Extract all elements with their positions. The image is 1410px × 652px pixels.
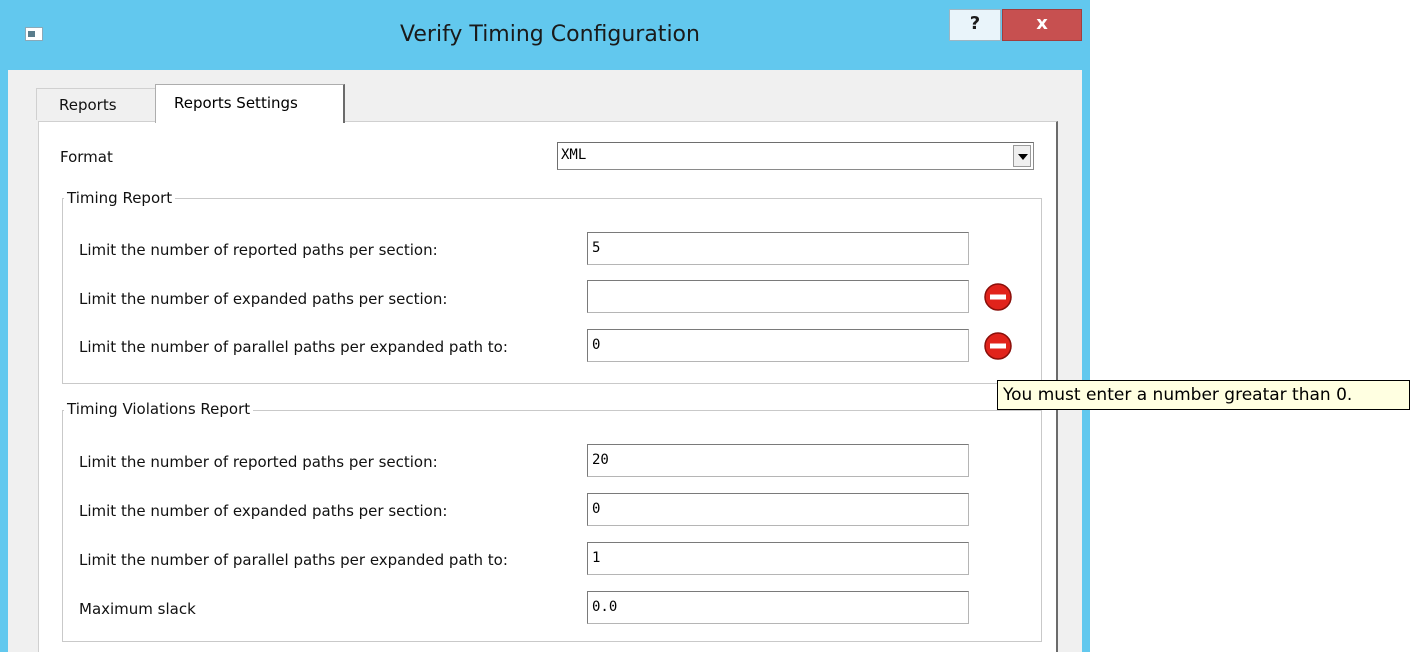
help-button[interactable]: ? bbox=[949, 9, 1001, 41]
violations-parallel-paths-input[interactable]: 1 bbox=[587, 542, 969, 575]
error-icon bbox=[984, 332, 1012, 360]
title-bar[interactable]: Verify Timing Configuration ? x bbox=[0, 0, 1090, 70]
timing-expanded-paths-label: Limit the number of expanded paths per s… bbox=[79, 290, 448, 308]
timing-violations-report-title: Timing Violations Report bbox=[64, 400, 254, 418]
close-button[interactable]: x bbox=[1002, 9, 1082, 41]
violations-expanded-paths-label: Limit the number of expanded paths per s… bbox=[79, 502, 448, 520]
chevron-down-icon[interactable] bbox=[1013, 145, 1031, 167]
timing-reported-paths-input[interactable]: 5 bbox=[587, 232, 969, 265]
validation-tooltip: You must enter a number greatar than 0. bbox=[997, 380, 1410, 410]
app-icon bbox=[25, 27, 43, 41]
violations-expanded-paths-input[interactable]: 0 bbox=[587, 493, 969, 526]
timing-report-title: Timing Report bbox=[64, 189, 176, 207]
timing-parallel-paths-input[interactable]: 0 bbox=[587, 329, 969, 362]
tab-reports-settings[interactable]: Reports Settings bbox=[155, 84, 345, 123]
timing-parallel-paths-label: Limit the number of parallel paths per e… bbox=[79, 338, 508, 356]
format-label: Format bbox=[60, 148, 113, 166]
format-select[interactable]: XML bbox=[557, 142, 1034, 170]
violations-reported-paths-input[interactable]: 20 bbox=[587, 444, 969, 477]
timing-expanded-paths-input[interactable] bbox=[587, 280, 969, 313]
format-select-value: XML bbox=[561, 147, 587, 163]
violations-reported-paths-label: Limit the number of reported paths per s… bbox=[79, 453, 438, 471]
maximum-slack-input[interactable]: 0.0 bbox=[587, 591, 969, 624]
tab-reports[interactable]: Reports bbox=[36, 88, 156, 120]
maximum-slack-label: Maximum slack bbox=[79, 600, 196, 618]
timing-reported-paths-label: Limit the number of reported paths per s… bbox=[79, 241, 438, 259]
error-icon bbox=[984, 283, 1012, 311]
violations-parallel-paths-label: Limit the number of parallel paths per e… bbox=[79, 551, 508, 569]
window-title: Verify Timing Configuration bbox=[400, 22, 700, 47]
